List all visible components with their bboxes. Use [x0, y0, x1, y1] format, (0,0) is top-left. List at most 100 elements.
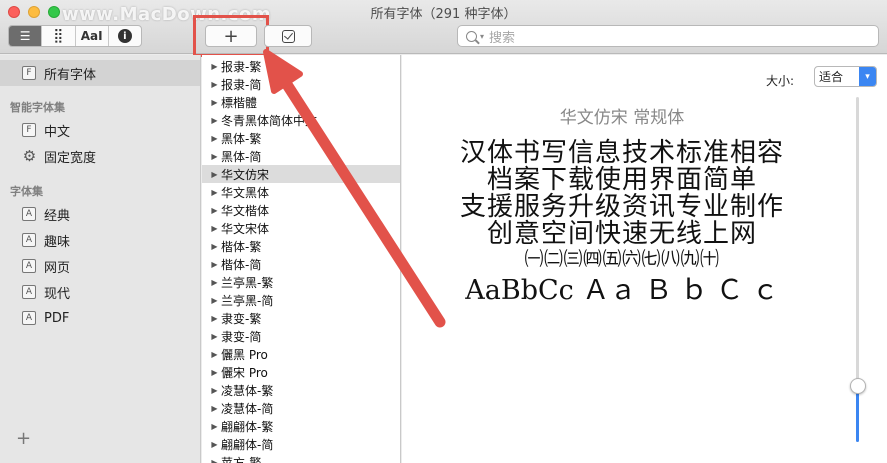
font-list-item[interactable]: ▶ 兰亭黑-繁 — [202, 273, 400, 291]
collections-sidebar: F 所有字体 智能字体集 F 中文 ⚙ 固定宽度 字体集 A 经典 A 趣味 A… — [0, 55, 201, 463]
disclosure-triangle-icon[interactable]: ▶ — [202, 80, 221, 89]
size-select[interactable]: 适合 ▾ — [814, 66, 877, 87]
disclosure-triangle-icon[interactable]: ▶ — [202, 170, 221, 179]
disclosure-triangle-icon[interactable]: ▶ — [202, 458, 221, 463]
disclosure-triangle-icon[interactable]: ▶ — [202, 224, 221, 233]
disclosure-triangle-icon[interactable]: ▶ — [202, 116, 221, 125]
sample-view-button[interactable]: AaI — [76, 26, 109, 46]
font-list-item-label: 苹方-繁 — [221, 455, 262, 463]
font-list-item[interactable]: ▶ 翩翩体-简 — [202, 435, 400, 453]
font-list-item-label: 楷体-繁 — [221, 239, 262, 254]
font-list-item-label: 翩翩体-简 — [221, 437, 274, 452]
font-list-item[interactable]: ▶ 苹方-繁 — [202, 453, 400, 463]
size-slider-knob[interactable] — [850, 378, 866, 394]
disclosure-triangle-icon[interactable]: ▶ — [202, 98, 221, 107]
disclosure-triangle-icon[interactable]: ▶ — [202, 242, 221, 251]
font-collection-icon: A — [22, 259, 36, 273]
collections-header: 字体集 — [10, 185, 43, 198]
disclosure-triangle-icon[interactable]: ▶ — [202, 386, 221, 395]
search-field[interactable]: ▾ 搜索 — [457, 25, 879, 47]
font-list-item[interactable]: ▶ 黑体-简 — [202, 147, 400, 165]
disclosure-triangle-icon[interactable]: ▶ — [202, 152, 221, 161]
disclosure-triangle-icon[interactable]: ▶ — [202, 314, 221, 323]
window-title: 所有字体（291 种字体） — [370, 7, 517, 22]
disclosure-triangle-icon[interactable]: ▶ — [202, 62, 221, 71]
disclosure-triangle-icon[interactable]: ▶ — [202, 440, 221, 449]
font-list-item[interactable]: ▶ 华文楷体 — [202, 201, 400, 219]
sidebar-item-chinese[interactable]: F 中文 — [0, 117, 200, 143]
font-list-item[interactable]: ▶ 凌慧体-简 — [202, 399, 400, 417]
font-list-item[interactable]: ▶ 黑体-繁 — [202, 129, 400, 147]
sidebar-item-all-fonts[interactable]: F 所有字体 — [0, 60, 200, 86]
font-list-item[interactable]: ▶ 冬青黑体简体中文 — [202, 111, 400, 129]
smart-collections-header: 智能字体集 — [10, 101, 65, 114]
disclosure-triangle-icon[interactable]: ▶ — [202, 278, 221, 287]
font-list-item[interactable]: ▶ 报隶-简 — [202, 75, 400, 93]
font-list-item[interactable]: ▶ 隶变-简 — [202, 327, 400, 345]
font-list-item[interactable]: ▶ 楷体-简 — [202, 255, 400, 273]
chevron-down-icon: ▾ — [480, 31, 485, 41]
font-list-item-label: 凌慧体-简 — [221, 401, 274, 416]
font-list-item[interactable]: ▶ 华文宋体 — [202, 219, 400, 237]
disclosure-triangle-icon[interactable]: ▶ — [202, 368, 221, 377]
sidebar-item-classic[interactable]: A 经典 — [0, 201, 200, 227]
font-preview-pane: 大小: 适合 ▾ 华文仿宋 常规体 汉体书写信息技术标准相容 档案下载使用界面简… — [402, 55, 887, 463]
add-collection-button[interactable]: + — [16, 428, 31, 449]
disclosure-triangle-icon[interactable]: ▶ — [202, 404, 221, 413]
font-list-item-label: 兰亭黑-繁 — [221, 275, 274, 290]
search-icon — [466, 30, 477, 42]
disclosure-triangle-icon[interactable]: ▶ — [202, 350, 221, 359]
sidebar-item-web[interactable]: A 网页 — [0, 253, 200, 279]
info-view-button[interactable]: i — [109, 26, 141, 46]
sidebar-item-pdf[interactable]: A PDF — [0, 305, 200, 331]
disclosure-triangle-icon[interactable]: ▶ — [202, 260, 221, 269]
font-list-item[interactable]: ▶ 楷体-繁 — [202, 237, 400, 255]
font-list-item[interactable]: ▶ 儷宋 Pro — [202, 363, 400, 381]
disclosure-triangle-icon[interactable]: ▶ — [202, 422, 221, 431]
text-preview-icon: AaI — [80, 29, 103, 43]
font-collection-icon: A — [22, 233, 36, 247]
font-collection-icon: A — [22, 285, 36, 299]
disclosure-triangle-icon[interactable]: ▶ — [202, 188, 221, 197]
sidebar-item-label: 所有字体 — [44, 67, 97, 83]
info-icon: i — [117, 29, 132, 43]
font-collection-icon: A — [22, 207, 36, 221]
disclosure-triangle-icon[interactable]: ▶ — [202, 134, 221, 143]
disclosure-triangle-icon[interactable]: ▶ — [202, 296, 221, 305]
font-list-item[interactable]: ▶ 兰亭黑-简 — [202, 291, 400, 309]
gear-icon: ⚙ — [22, 147, 37, 165]
sidebar-item-label: 现代 — [44, 286, 71, 302]
font-list-item-label: 华文楷体 — [221, 203, 270, 218]
validate-fonts-button[interactable] — [264, 25, 312, 47]
search-placeholder: 搜索 — [489, 30, 516, 46]
font-list-item-label: 標楷體 — [221, 95, 258, 110]
font-list-item[interactable]: ▶ 儷黑 Pro — [202, 345, 400, 363]
font-list-item[interactable]: ▶ 华文黑体 — [202, 183, 400, 201]
font-list-item-label: 华文黑体 — [221, 185, 270, 200]
font-list-item-label: 黑体-繁 — [221, 131, 262, 146]
sample-line: ㈠㈡㈢㈣㈤㈥㈦㈧㈨㈩ — [524, 248, 720, 270]
grid-icon: ⣿ — [53, 28, 64, 44]
sample-line: AaBbCc Ａａ Ｂ ｂ Ｃ ｃ — [465, 275, 779, 306]
sidebar-item-fun[interactable]: A 趣味 — [0, 227, 200, 253]
sidebar-item-label: PDF — [44, 310, 70, 326]
size-select-value: 适合 — [819, 70, 844, 84]
sidebar-item-modern[interactable]: A 现代 — [0, 279, 200, 305]
sidebar-item-fixed-width[interactable]: ⚙ 固定宽度 — [0, 143, 200, 169]
size-label: 大小: — [766, 74, 795, 88]
font-list-item[interactable]: ▶ 隶变-繁 — [202, 309, 400, 327]
list-view-button[interactable]: ☰ — [9, 26, 43, 46]
font-list-item[interactable]: ▶ 华文仿宋 — [202, 165, 400, 183]
checkbox-icon — [281, 29, 295, 43]
font-list-item[interactable]: ▶ 翩翩体-繁 — [202, 417, 400, 435]
font-list-item[interactable]: ▶ 凌慧体-繁 — [202, 381, 400, 399]
font-list-item-label: 儷宋 Pro — [221, 365, 268, 380]
disclosure-triangle-icon[interactable]: ▶ — [202, 332, 221, 341]
font-list-item[interactable]: ▶ 报隶-繁 — [202, 57, 400, 75]
disclosure-triangle-icon[interactable]: ▶ — [202, 206, 221, 215]
font-collection-icon: F — [22, 123, 36, 137]
font-list-item[interactable]: ▶ 標楷體 — [202, 93, 400, 111]
font-list-item-label: 楷体-简 — [221, 257, 262, 272]
preview-font-name: 华文仿宋 常规体 — [559, 108, 685, 128]
grid-view-button[interactable]: ⣿ — [42, 26, 76, 46]
